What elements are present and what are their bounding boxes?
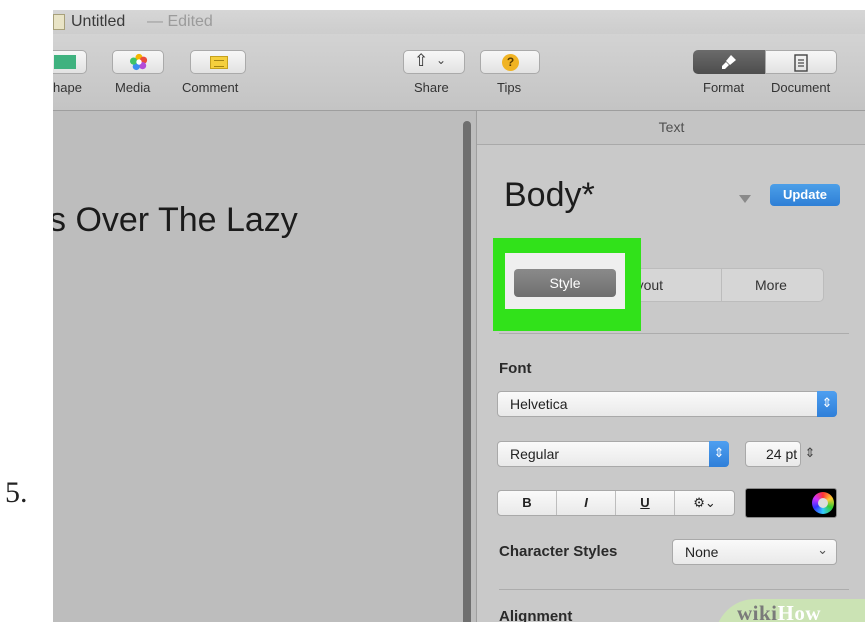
toolbar: hape Media Comment ⇧ ⌄ Share ? Tips Form… (53, 34, 865, 111)
document-button[interactable] (765, 50, 837, 74)
comment-icon (210, 56, 228, 69)
shape-icon (54, 55, 76, 69)
window-title: Untitled (71, 13, 126, 30)
style-dropdown-icon[interactable] (739, 195, 751, 203)
media-label: Media (115, 80, 151, 95)
text-options-button[interactable]: ⚙⌄ (675, 491, 734, 515)
typeface-popup[interactable]: Regular ⇕ (497, 441, 729, 467)
tab-text[interactable]: Text (477, 111, 865, 145)
text-color-well[interactable] (745, 488, 837, 518)
question-icon: ? (502, 54, 519, 71)
section-divider (499, 333, 849, 334)
pages-window: Untitled — Edited hape Media Comment ⇧ ⌄… (53, 10, 865, 622)
tips-label: Tips (497, 80, 522, 95)
wikihow-wiki: wiki (737, 601, 778, 622)
update-button[interactable]: Update (770, 184, 840, 206)
document-icon (53, 14, 65, 30)
color-wheel-icon[interactable] (812, 492, 834, 514)
format-button[interactable] (693, 50, 765, 74)
chevron-down-icon: ⌄ (436, 53, 447, 67)
comment-label: Comment (182, 80, 239, 95)
tab-style[interactable]: Style (514, 269, 616, 297)
share-label: Share (414, 80, 449, 95)
font-size-value: 24 pt (766, 446, 798, 462)
shape-button[interactable] (53, 50, 87, 74)
tab-divider (721, 269, 722, 301)
wikihow-how: How (777, 601, 822, 622)
text-format-buttons: B I U ⚙⌄ (497, 490, 735, 516)
document-text[interactable]: s Over The Lazy (53, 201, 298, 240)
scrollbar[interactable] (463, 121, 471, 622)
share-button[interactable]: ⇧ ⌄ (403, 50, 465, 74)
title-bar: Untitled — Edited (53, 10, 865, 34)
document-canvas[interactable]: s Over The Lazy (53, 111, 475, 622)
step-number: 5. (5, 476, 28, 509)
paintbrush-icon (722, 55, 736, 69)
chevron-down-icon: ⌄ (817, 542, 828, 557)
font-family-value: Helvetica (510, 396, 568, 412)
character-styles-value: None (685, 544, 719, 560)
media-button[interactable] (112, 50, 164, 74)
italic-button[interactable]: I (557, 491, 616, 515)
wikihow-watermark: wikiHow (715, 599, 865, 622)
document-inspector-icon (794, 54, 808, 72)
comment-button[interactable] (190, 50, 246, 74)
tab-more[interactable]: More (755, 277, 787, 293)
font-size-field[interactable]: 24 pt (745, 441, 801, 467)
edited-status: — Edited (147, 13, 213, 30)
bold-button[interactable]: B (498, 491, 557, 515)
character-styles-popup[interactable]: None ⌄ (672, 539, 837, 565)
format-inspector: Text Body* Update Layout More Style Font… (476, 111, 865, 622)
highlight-inner: Style (505, 253, 625, 309)
share-icon: ⇧ (414, 51, 429, 70)
font-family-popup[interactable]: Helvetica ⇕ (497, 391, 837, 417)
photos-icon (130, 53, 148, 71)
font-family-stepper-icon: ⇕ (817, 391, 837, 417)
paragraph-style-name[interactable]: Body* (504, 176, 595, 215)
typeface-stepper-icon: ⇕ (709, 441, 729, 467)
font-size-stepper[interactable]: ⇕ (803, 441, 817, 467)
alignment-section-label: Alignment (499, 608, 573, 622)
underline-button[interactable]: U (616, 491, 675, 515)
section-divider (499, 589, 849, 590)
typeface-value: Regular (510, 446, 560, 462)
wikihow-logo: wikiHow (737, 601, 821, 622)
font-section-label: Font (499, 360, 532, 377)
shape-label: hape (53, 80, 82, 95)
document-label: Document (771, 80, 831, 95)
character-styles-label: Character Styles (499, 543, 618, 560)
tips-button[interactable]: ? (480, 50, 540, 74)
format-label: Format (703, 80, 745, 95)
highlight-box: Style (493, 238, 641, 331)
tab-text-label: Text (658, 119, 685, 135)
